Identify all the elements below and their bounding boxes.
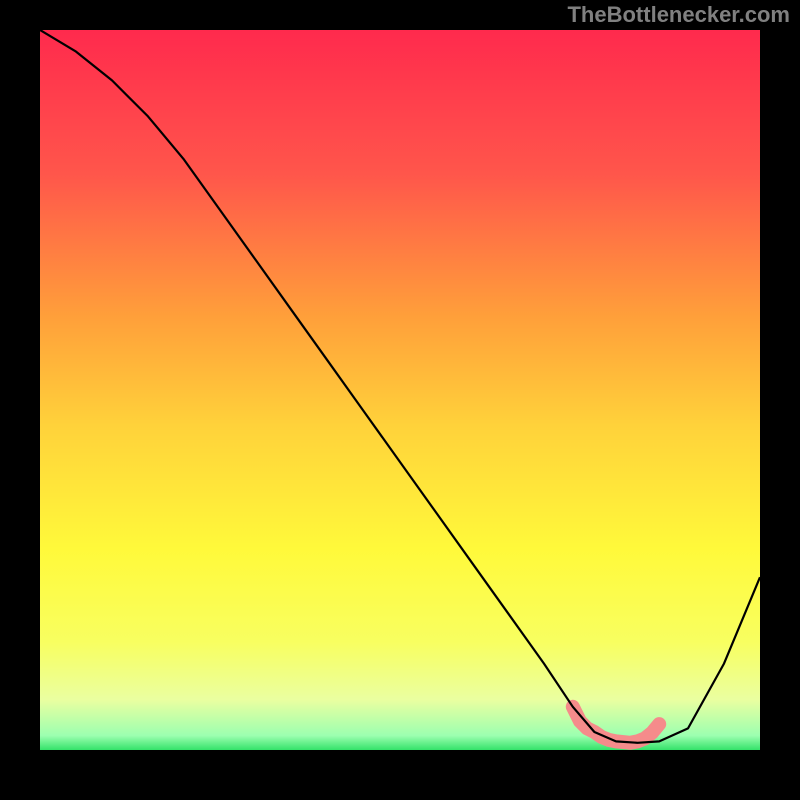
watermark-text: TheBottlenecker.com <box>567 2 790 28</box>
chart-svg <box>40 30 760 750</box>
chart-container: TheBottlenecker.com <box>0 0 800 800</box>
gradient-background <box>40 30 760 750</box>
plot-area <box>40 30 760 750</box>
